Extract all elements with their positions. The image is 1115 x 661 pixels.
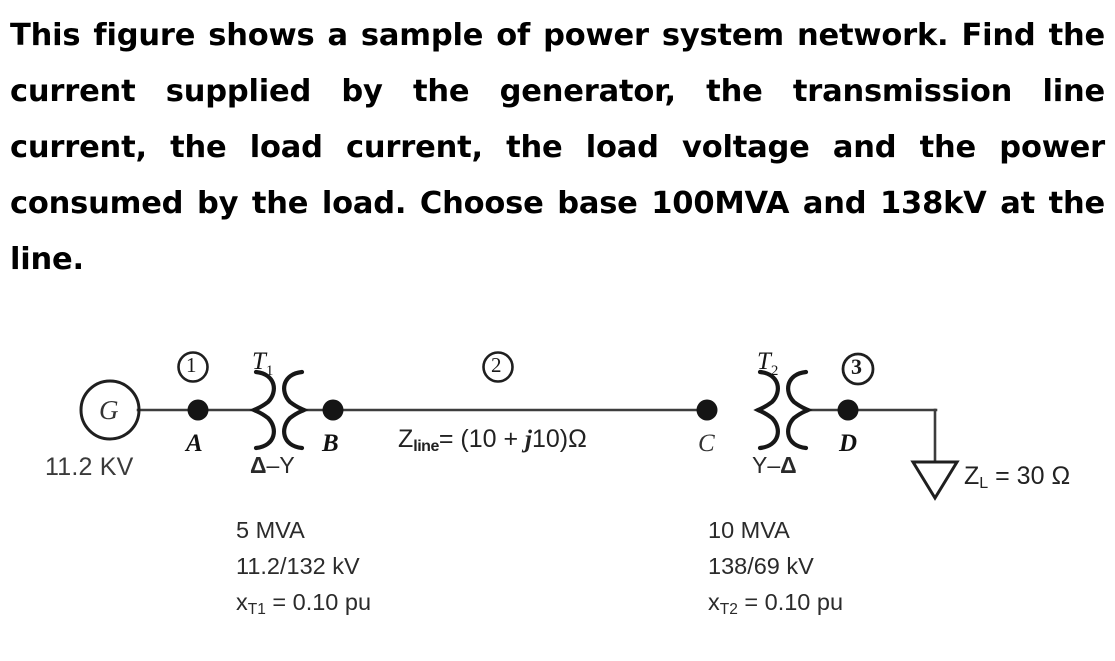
circuit-diagram-svg (79, 351, 960, 501)
load-impedance-subscript: L (979, 475, 989, 492)
problem-statement: This figure shows a sample of power syst… (10, 8, 1105, 288)
transformer-t1-connection-dash: – (266, 452, 280, 478)
node-dot-a (187, 399, 209, 421)
line-impedance-value-prefix: = (10 + (438, 425, 526, 453)
transformer-t2-reactance-symbol: x (708, 589, 720, 615)
load-impedance-label: ZL = 30 Ω (964, 462, 1070, 493)
transformer-t2-rating: 10 MVA (708, 517, 790, 543)
load-impedance-value: = 30 Ω (995, 462, 1071, 490)
transformer-t1-connection: Δ–Y (250, 452, 295, 479)
transformer-t2-connection: Y–Δ (752, 452, 797, 479)
transformer-t2-reactance: xT2 = 0.10 pu (708, 584, 843, 628)
node-dot-d (837, 399, 859, 421)
generator-letter: G (99, 395, 119, 425)
node-label-b: B (322, 430, 339, 457)
bus-number-1: 1 (186, 353, 197, 377)
transformer-t1-connection-delta: Δ (250, 452, 267, 478)
transformer-t1-connection-wye: Y (279, 452, 295, 478)
node-label-d: D (839, 430, 858, 457)
transformer-t2-connection-wye: Y (752, 452, 768, 478)
transformer-t1-reactance-sub: T1 (247, 601, 266, 618)
transformer-t2-name-index: 2 (770, 363, 779, 379)
transformer-t1-rating: 5 MVA (236, 517, 305, 543)
line-impedance-j: j (525, 426, 532, 453)
transformer-t2-symbol (753, 369, 813, 451)
line-impedance-value-suffix: 10)Ω (531, 425, 587, 453)
transformer-t1-name-index: 1 (265, 363, 274, 379)
bus-number-2: 2 (491, 353, 502, 377)
node-label-a: A (186, 430, 203, 457)
problem-statement-text: This figure shows a sample of power syst… (10, 18, 1105, 277)
transformer-t2-connection-delta: Δ (780, 452, 797, 478)
transformer-t2-reactance-value: = 0.10 pu (744, 589, 844, 615)
transformer-t1-specs: 5 MVA 11.2/132 kV xT1 = 0.10 pu (236, 512, 371, 628)
transformer-t2-reactance-sub: T2 (719, 601, 738, 618)
transformer-t2-name: T2 (757, 348, 778, 380)
circuit-diagram: G 11.2 KV 1 2 3 A B C D T1 T2 Δ–Y Y–Δ Zl… (0, 340, 1115, 661)
transformer-t2-name-letter: T (757, 348, 771, 375)
load-triangle-symbol (910, 460, 960, 501)
bus-number-3: 3 (851, 354, 862, 379)
transformer-t2-connection-dash: – (767, 452, 781, 478)
transformer-t2-specs: 10 MVA 138/69 kV xT2 = 0.10 pu (708, 512, 843, 628)
transformer-t1-reactance-symbol: x (236, 589, 248, 615)
line-impedance-label: Zline= (10 + j10)Ω (398, 425, 587, 456)
transformer-t1-ratio: 11.2/132 kV (236, 553, 360, 579)
transformer-t1-name-letter: T (252, 348, 266, 375)
generator-voltage-label: 11.2 KV (45, 453, 134, 481)
node-dot-b (322, 399, 344, 421)
transformer-t1-name: T1 (252, 348, 273, 380)
line-impedance-subscript: line (413, 438, 439, 455)
transformer-t2-ratio: 138/69 kV (708, 553, 814, 579)
transformer-t1-symbol (249, 369, 309, 451)
node-dot-c (696, 399, 718, 421)
load-impedance-symbol: Z (964, 462, 980, 490)
transformer-t1-reactance: xT1 = 0.10 pu (236, 584, 371, 628)
line-impedance-symbol: Z (398, 425, 414, 453)
transformer-t1-reactance-value: = 0.10 pu (272, 589, 372, 615)
node-label-c: C (698, 430, 715, 457)
